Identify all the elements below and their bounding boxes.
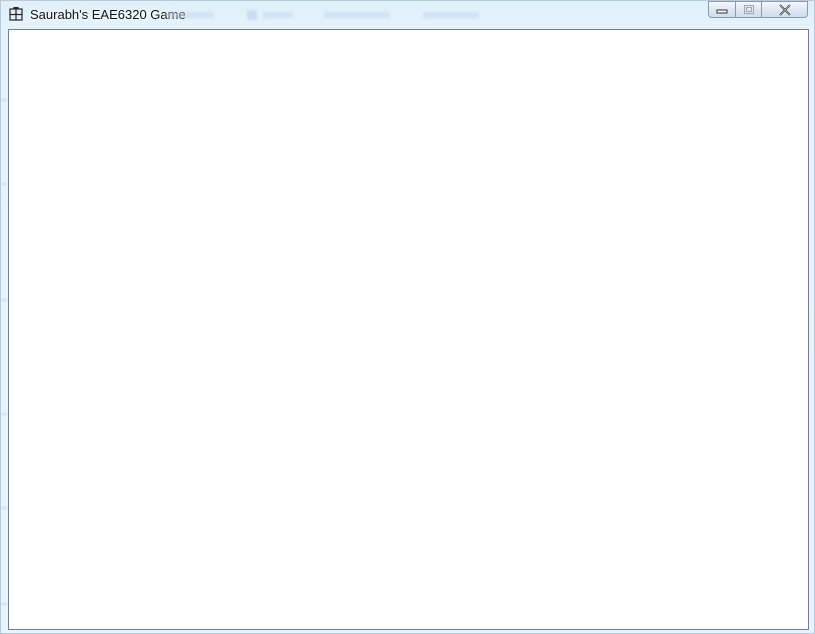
maximize-icon [743,5,754,14]
game-render-area[interactable] [8,29,809,630]
minimize-button[interactable] [708,1,735,18]
window-title: Saurabh's EAE6320 Game [30,7,186,22]
close-button[interactable] [761,1,808,18]
backdrop-ghost-mark [1,183,7,185]
backdrop-ghost-text [324,12,390,18]
maximize-button[interactable] [735,1,761,18]
game-grid-icon [9,7,23,21]
backdrop-ghost-text [247,10,257,20]
caption-buttons [708,1,808,19]
application-window: Saurabh's EAE6320 Game [0,0,815,634]
backdrop-ghost-text [166,12,214,18]
title-bar[interactable]: Saurabh's EAE6320 Game [1,1,814,29]
backdrop-ghost-mark [1,299,7,301]
backdrop-ghost-mark [1,603,7,605]
backdrop-ghost-text [263,12,293,18]
minimize-icon [716,9,728,13]
close-icon [778,3,791,16]
backdrop-ghost-mark [1,507,7,509]
backdrop-ghost-mark [1,99,7,101]
backdrop-ghost-text [423,12,479,18]
backdrop-ghost-mark [1,413,7,415]
